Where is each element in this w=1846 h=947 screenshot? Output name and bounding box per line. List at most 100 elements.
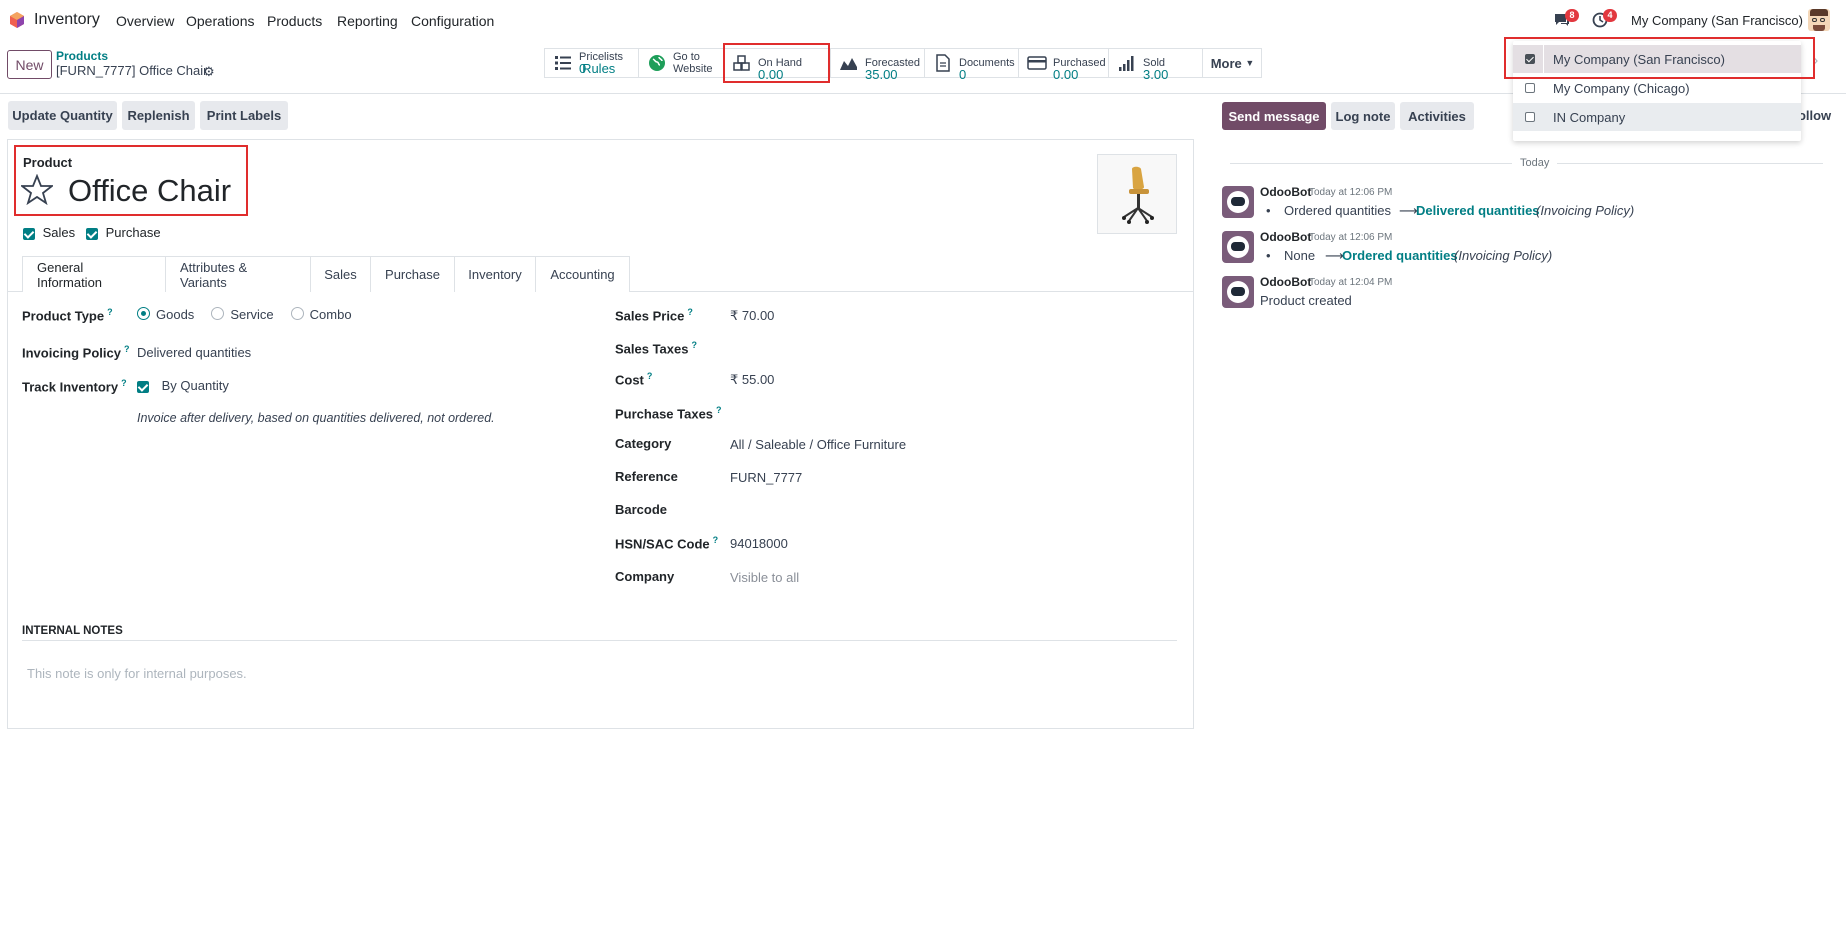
star-icon[interactable]	[21, 174, 53, 205]
app-name[interactable]: Inventory	[34, 11, 100, 29]
tab-purchase[interactable]: Purchase	[370, 256, 455, 292]
area-chart-icon	[840, 58, 857, 70]
smart-button-purchased[interactable]: Purchased 0.00	[1018, 48, 1108, 81]
hsn-code-value[interactable]: 94018000	[730, 536, 788, 551]
odoobot-avatar[interactable]	[1222, 231, 1254, 263]
print-labels-button[interactable]: Print Labels	[200, 101, 288, 130]
menu-reporting[interactable]: Reporting	[337, 13, 398, 29]
tab-attributes-variants[interactable]: Attributes & Variants	[165, 256, 311, 292]
activities-button[interactable]: Activities	[1400, 102, 1474, 130]
arrow-right-icon: ⟶	[1325, 248, 1344, 263]
odoobot-avatar[interactable]	[1222, 186, 1254, 218]
new-button[interactable]: New	[7, 50, 52, 79]
message-author[interactable]: OdooBot	[1260, 275, 1311, 289]
product-name[interactable]: Office Chair	[68, 173, 231, 209]
menu-operations[interactable]: Operations	[186, 13, 254, 29]
track-inventory-label: Track Inventory?	[22, 378, 127, 395]
log-note-button[interactable]: Log note	[1331, 102, 1395, 130]
checkbox-icon[interactable]	[1525, 112, 1535, 122]
product-type-label: Product Type?	[22, 307, 113, 324]
smart-button-documents[interactable]: Documents 0	[924, 48, 1018, 82]
gear-icon[interactable]: ⚙	[203, 64, 215, 80]
can-be-purchased[interactable]: Purchase	[86, 225, 161, 240]
sales-taxes-label: Sales Taxes?	[615, 340, 697, 357]
tab-inventory[interactable]: Inventory	[454, 256, 536, 292]
option-service[interactable]: Service	[230, 307, 273, 322]
update-quantity-button[interactable]: Update Quantity	[8, 101, 117, 130]
menu-configuration[interactable]: Configuration	[411, 13, 494, 29]
highlight-company-option	[1504, 37, 1815, 79]
menu-overview[interactable]: Overview	[116, 13, 174, 29]
checkbox-checked-icon[interactable]	[137, 380, 149, 393]
checkbox-icon[interactable]	[1525, 83, 1535, 93]
sales-price-value[interactable]: ₹ 70.00	[730, 308, 774, 324]
barcode-input[interactable]	[730, 500, 1170, 520]
barcode-label: Barcode	[615, 502, 668, 517]
cost-label: Cost?	[615, 371, 653, 388]
activities-badge: 4	[1603, 9, 1617, 22]
tracking-field: (Invoicing Policy)	[1454, 248, 1553, 263]
can-be-sold[interactable]: Sales	[23, 225, 75, 240]
can-be-sold-label: Sales	[42, 225, 76, 240]
radio-service[interactable]	[211, 307, 225, 320]
smart-value: 3.00	[1143, 67, 1169, 82]
caret-down-icon: ▼	[1245, 58, 1255, 68]
smart-button-website[interactable]: Go to Website	[638, 48, 723, 78]
category-value[interactable]: All / Saleable / Office Furniture	[730, 437, 906, 452]
track-inventory-value[interactable]: By Quantity	[162, 378, 229, 393]
document-icon	[936, 54, 950, 72]
company-option-label[interactable]: My Company (Chicago)	[1553, 81, 1690, 96]
checkbox-checked-icon[interactable]	[23, 227, 35, 240]
option-combo[interactable]: Combo	[310, 307, 352, 322]
tab-accounting[interactable]: Accounting	[535, 256, 630, 292]
checkbox-checked-icon[interactable]	[86, 227, 98, 240]
signal-icon	[1119, 56, 1134, 71]
breadcrumb-current: [FURN_7777] Office Chair	[56, 63, 208, 78]
internal-notes-input[interactable]: This note is only for internal purposes.	[27, 666, 247, 681]
send-message-button[interactable]: Send message	[1222, 102, 1326, 130]
tracking-old-value: Ordered quantities	[1284, 203, 1391, 218]
credit-card-icon	[1027, 56, 1047, 70]
purchase-taxes-label: Purchase Taxes?	[615, 405, 722, 422]
more-button[interactable]: More ▼	[1202, 48, 1262, 78]
smart-button-sold[interactable]: Sold 3.00	[1108, 48, 1202, 82]
bullet-icon: •	[1266, 203, 1271, 218]
notes-divider	[22, 640, 1177, 641]
radio-goods[interactable]	[137, 307, 150, 320]
product-image[interactable]	[1097, 154, 1177, 234]
globe-icon	[649, 55, 665, 71]
breadcrumb-products[interactable]: Products	[56, 49, 108, 63]
menu-products[interactable]: Products	[267, 13, 322, 29]
tab-sales[interactable]: Sales	[310, 256, 371, 292]
form-tabs: General Information Attributes & Variant…	[22, 256, 630, 292]
smart-value: 0	[959, 67, 967, 82]
track-inventory-field[interactable]: By Quantity	[137, 378, 229, 393]
message-author[interactable]: OdooBot	[1260, 185, 1311, 199]
replenish-button[interactable]: Replenish	[122, 101, 195, 130]
company-option-label[interactable]: IN Company	[1553, 110, 1625, 125]
tab-general-information[interactable]: General Information	[22, 256, 166, 292]
company-input[interactable]: Visible to all	[730, 570, 799, 585]
smart-value: 35.00	[865, 67, 898, 82]
company-option-in-company[interactable]: IN Company	[1513, 103, 1801, 131]
app-logo-icon[interactable]	[8, 11, 26, 29]
message-time: Today at 12:04 PM	[1309, 277, 1393, 288]
user-avatar[interactable]	[1808, 9, 1830, 31]
company-switcher[interactable]: My Company (San Francisco)	[1631, 13, 1803, 28]
messages-badge: 8	[1565, 9, 1579, 22]
product-type-radio[interactable]: Goods Service Combo	[137, 307, 352, 322]
smart-button-pricelists[interactable]: Pricelists 0 Rules	[544, 48, 638, 78]
arrow-right-icon: ⟶	[1399, 203, 1418, 218]
invoicing-policy-value[interactable]: Delivered quantities	[137, 345, 251, 360]
can-be-purchased-label: Purchase	[105, 225, 161, 240]
cost-value[interactable]: ₹ 55.00	[730, 372, 774, 388]
smart-button-forecasted[interactable]: Forecasted 35.00	[830, 48, 924, 82]
odoobot-avatar[interactable]	[1222, 276, 1254, 308]
product-label: Product	[23, 155, 73, 170]
message-author[interactable]: OdooBot	[1260, 230, 1311, 244]
day-separator: Today	[1512, 157, 1558, 169]
radio-combo[interactable]	[290, 307, 304, 320]
reference-value[interactable]: FURN_7777	[730, 470, 802, 485]
invoice-hint: Invoice after delivery, based on quantit…	[137, 411, 495, 425]
option-goods[interactable]: Goods	[156, 307, 194, 322]
